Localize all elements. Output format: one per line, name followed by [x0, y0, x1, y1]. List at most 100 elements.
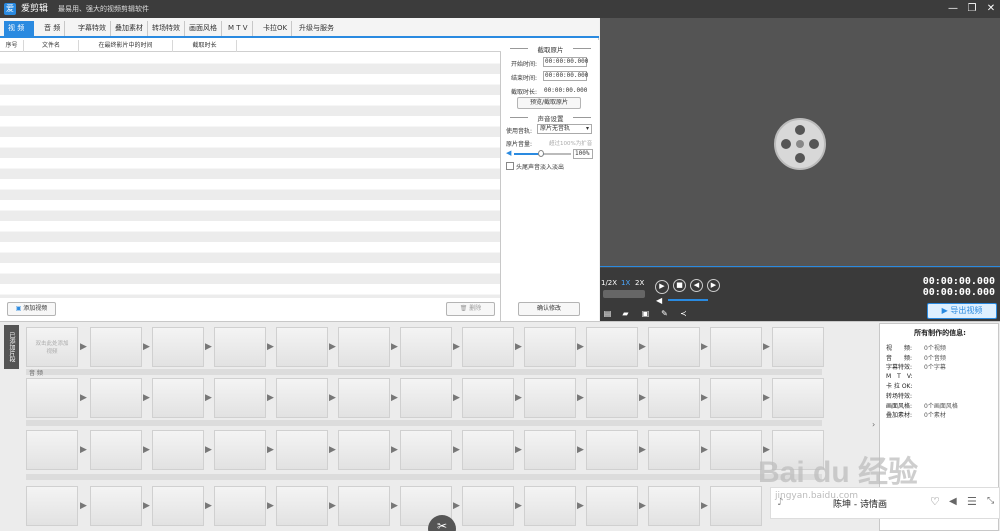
clip-slot[interactable]	[524, 486, 576, 526]
clip-slot[interactable]	[462, 486, 514, 526]
audio-track-bar[interactable]: 音 频	[26, 369, 822, 377]
export-video-button[interactable]: ▶ 导出视频	[927, 303, 997, 319]
clip-slot[interactable]	[710, 378, 762, 418]
clip-slot[interactable]	[152, 430, 204, 470]
close-button[interactable]: ✕	[984, 2, 998, 16]
video-list-rows[interactable]	[0, 53, 500, 298]
clip-slot[interactable]	[400, 327, 452, 367]
tab-video[interactable]: 视 频	[4, 21, 34, 36]
clip-slot[interactable]	[214, 430, 266, 470]
speed-double[interactable]: 2X	[635, 279, 644, 287]
popup-close-icon[interactable]: ⤡	[987, 496, 994, 506]
clip-slot[interactable]	[524, 327, 576, 367]
speed-slider[interactable]	[603, 290, 645, 298]
clip-slot[interactable]	[400, 430, 452, 470]
clip-slot[interactable]	[152, 486, 204, 526]
play-icon[interactable]: ▶	[655, 280, 669, 294]
column-duration[interactable]: 截取时长	[173, 40, 237, 52]
clip-slot[interactable]	[26, 378, 78, 418]
player-volume-icon[interactable]: ◀	[656, 296, 662, 305]
clip-slot[interactable]	[586, 430, 638, 470]
clip-slot[interactable]	[772, 327, 824, 367]
clip-slot[interactable]	[90, 430, 142, 470]
tab-audio[interactable]: 音 频	[40, 21, 66, 36]
share-icon[interactable]: ≺	[678, 308, 689, 319]
clip-slot[interactable]	[214, 327, 266, 367]
folder-icon[interactable]: ▰	[620, 308, 631, 319]
tab-karaoke[interactable]: 卡拉OK	[259, 21, 293, 36]
playlist-icon[interactable]: ☰	[967, 495, 977, 508]
speed-half[interactable]: 1/2X	[601, 279, 617, 287]
clip-slot[interactable]	[648, 430, 700, 470]
preview-clip-button[interactable]: 预览/截取原片	[517, 97, 581, 109]
clip-slot[interactable]	[524, 378, 576, 418]
column-index[interactable]: 序号	[0, 40, 24, 52]
volume-icon[interactable]: ◀	[949, 496, 957, 507]
save-icon[interactable]: ▣	[640, 308, 651, 319]
clip-slot[interactable]	[90, 327, 142, 367]
tab-picture-style[interactable]: 画面风格	[185, 21, 222, 36]
clip-slot[interactable]	[214, 378, 266, 418]
restore-button[interactable]: ❐	[965, 2, 979, 16]
clip-slot[interactable]	[710, 430, 762, 470]
clip-slot[interactable]	[338, 486, 390, 526]
clip-slot[interactable]	[648, 327, 700, 367]
clip-slot[interactable]	[276, 486, 328, 526]
tab-mtv[interactable]: M T V	[224, 21, 253, 36]
end-time-field[interactable]: 00:00:00.000	[543, 71, 588, 81]
clip-slot[interactable]	[26, 486, 78, 526]
clip-slot[interactable]	[648, 378, 700, 418]
clip-slot[interactable]	[338, 327, 390, 367]
clip-slot[interactable]	[276, 327, 328, 367]
prev-frame-icon[interactable]: ◀	[690, 279, 703, 292]
column-filename[interactable]: 文件名	[24, 40, 79, 52]
clip-slot[interactable]	[462, 430, 514, 470]
start-time-field[interactable]: 00:00:00.000	[543, 57, 588, 67]
clip-slot[interactable]	[648, 486, 700, 526]
clip-slot[interactable]	[586, 327, 638, 367]
tab-transition-effects[interactable]: 转场特效	[148, 21, 185, 36]
clip-slot[interactable]	[338, 378, 390, 418]
add-video-button[interactable]: ▣ 添加视频	[7, 302, 56, 316]
add-video-slot[interactable]: 双击此处添加视频	[26, 327, 78, 367]
clip-slot[interactable]	[276, 430, 328, 470]
collapse-info-icon[interactable]: ›	[872, 420, 879, 432]
tab-subtitle-effects[interactable]: 字幕特效	[74, 21, 111, 36]
clip-slot[interactable]	[214, 486, 266, 526]
clip-slot[interactable]	[276, 378, 328, 418]
column-final-time[interactable]: 在最终影片中的时间	[79, 40, 173, 52]
clip-slot[interactable]	[710, 486, 762, 526]
clip-slot[interactable]	[90, 378, 142, 418]
delete-button[interactable]: 🗑 删除	[446, 302, 495, 316]
confirm-button[interactable]: 确认修改	[518, 302, 580, 316]
edit-icon[interactable]: ✎	[659, 308, 670, 319]
minimize-button[interactable]: —	[946, 2, 960, 16]
clip-slot[interactable]	[152, 378, 204, 418]
clip-slot[interactable]	[338, 430, 390, 470]
clip-slot[interactable]	[586, 378, 638, 418]
added-clips-tab[interactable]: 已添加片段	[4, 325, 19, 369]
clip-slot[interactable]	[152, 327, 204, 367]
speaker-icon[interactable]: ◀	[506, 149, 511, 157]
tab-upgrade-service[interactable]: 升级与服务	[295, 21, 338, 36]
stop-icon[interactable]: ■	[673, 279, 686, 292]
next-frame-icon[interactable]: ▶	[707, 279, 720, 292]
player-volume-slider[interactable]	[668, 299, 708, 301]
clip-slot[interactable]	[90, 486, 142, 526]
volume-slider-handle[interactable]	[538, 150, 544, 157]
audio-track-select[interactable]: 原片无音轨 ▾	[537, 124, 592, 134]
volume-field[interactable]: 100%	[573, 149, 593, 159]
speed-normal[interactable]: 1X	[621, 279, 630, 287]
clip-slot[interactable]	[524, 430, 576, 470]
tab-overlay-material[interactable]: 叠加素材	[111, 21, 148, 36]
heart-icon[interactable]: ♡	[930, 495, 940, 508]
clip-slot[interactable]	[772, 378, 824, 418]
clip-slot[interactable]	[400, 378, 452, 418]
volume-slider-track[interactable]	[544, 153, 571, 155]
clip-slot[interactable]	[462, 378, 514, 418]
clip-slot[interactable]	[710, 327, 762, 367]
fade-checkbox[interactable]	[506, 162, 514, 170]
clip-slot[interactable]	[462, 327, 514, 367]
clip-slot[interactable]	[586, 486, 638, 526]
clip-slot[interactable]	[26, 430, 78, 470]
